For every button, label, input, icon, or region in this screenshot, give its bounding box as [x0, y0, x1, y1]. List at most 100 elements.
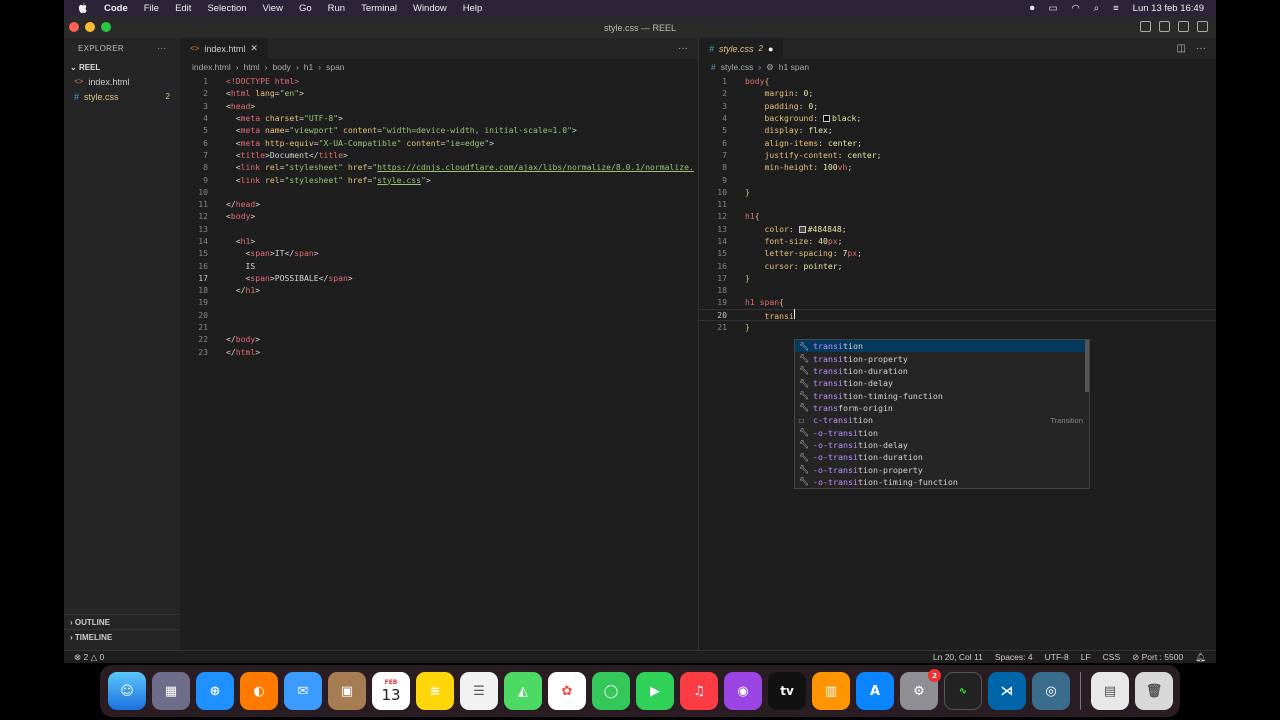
activity-monitor-icon[interactable]: ∿ [944, 672, 982, 710]
menu-edit[interactable]: Edit [175, 3, 191, 14]
firefox-icon[interactable]: ◐ [240, 672, 278, 710]
suggestion-item[interactable]: 🔧︎ transi tion [795, 340, 1089, 353]
tab-index-html[interactable]: <> index.html ✕ [180, 38, 268, 59]
search-icon[interactable]: ⌕ [1094, 3, 1099, 14]
control-center-icon[interactable]: ≡ [1113, 3, 1119, 14]
color-swatch[interactable] [822, 115, 830, 123]
customize-layout-icon[interactable] [1197, 21, 1208, 32]
code-line: 7 justify-content: center; [699, 149, 1216, 161]
menu-run[interactable]: Run [328, 3, 345, 14]
suggestion-item[interactable]: 🔧︎ transi tion-duration [795, 365, 1089, 377]
facetime-icon[interactable]: ▶ [636, 672, 674, 710]
suggestion-item[interactable]: 🔧︎ transi tion-delay [795, 377, 1089, 389]
suggestion-item[interactable]: 🔧︎ trans form-origin [795, 402, 1089, 414]
safari-icon[interactable]: ⊕ [196, 672, 234, 710]
suggestion-item[interactable]: 🔧︎ -o-transi tion-duration [795, 451, 1089, 463]
system-settings-icon[interactable]: ⚙ 2 [900, 669, 941, 710]
outline-label: OUTLINE [74, 617, 110, 627]
trash-icon[interactable]: 🗑︎ [1135, 672, 1173, 710]
breadcrumb-item[interactable]: index.html [192, 62, 231, 72]
preview-icon[interactable]: ◎ [1032, 672, 1070, 710]
file-item-style-css[interactable]: # style.css 2 [64, 89, 180, 104]
suggestion-item[interactable]: ☐ c-transi tion Transition [795, 414, 1089, 426]
breadcrumb-item[interactable]: style.css [721, 62, 754, 72]
suggestion-item[interactable]: 🔧︎ -o-transi tion-property [795, 463, 1089, 475]
menubar-datetime[interactable]: Lun 13 feb 16:49 [1133, 3, 1204, 14]
launchpad-icon[interactable]: ▦ [152, 672, 190, 710]
battery-icon[interactable]: ▭ [1049, 3, 1058, 14]
breadcrumb-item[interactable]: span [326, 62, 344, 72]
more-actions-icon[interactable]: ··· [157, 44, 166, 58]
calendar-icon[interactable]: FEB 13 [372, 672, 410, 710]
timeline-section[interactable]: › TIMELINE [64, 629, 180, 644]
books-icon[interactable]: ▥ [812, 672, 850, 710]
close-window-button[interactable] [69, 22, 79, 32]
menu-help[interactable]: Help [463, 3, 483, 14]
title-bar: style.css — REEL [64, 17, 1216, 38]
finder-icon[interactable]: ☺ [108, 672, 146, 710]
suggestion-item[interactable]: 🔧︎ -o-transi tion-timing-function [795, 476, 1089, 488]
suggestion-item[interactable]: 🔧︎ transi tion-timing-function [795, 389, 1089, 401]
maps-icon[interactable]: ◭ [504, 672, 542, 710]
document-icon[interactable]: ▤ [1091, 672, 1129, 710]
notifications-bell-icon[interactable]: 🔔︎ [1195, 652, 1206, 663]
breadcrumb-item[interactable]: body [273, 62, 291, 72]
encoding[interactable]: UTF-8 [1045, 652, 1069, 663]
html-code-area[interactable]: 1 <!DOCTYPE html> 2 <html lang="en"> 3 <hea… [180, 75, 698, 358]
color-swatch[interactable] [798, 225, 806, 233]
line-number: 1 [203, 76, 208, 87]
appstore-icon[interactable]: A [856, 672, 894, 710]
wifi-icon[interactable]: ◠ [1072, 3, 1080, 14]
language-mode[interactable]: CSS [1103, 652, 1120, 663]
file-item-index-html[interactable]: <> index.html [64, 74, 180, 89]
record-icon[interactable]: ⏺ [1030, 3, 1035, 14]
reminders-icon[interactable]: ☰ [460, 672, 498, 710]
menu-view[interactable]: View [263, 3, 283, 14]
mail-icon[interactable]: ✉ [284, 672, 322, 710]
more-actions-icon[interactable]: ··· [678, 43, 688, 54]
problems-indicator[interactable]: ⊗ 2 △ 0 [64, 652, 104, 663]
photos-icon[interactable]: ✿ [548, 672, 586, 710]
folder-reel[interactable]: ⌄ REEL [64, 58, 180, 74]
toggle-sidebar-icon[interactable] [1140, 21, 1151, 32]
suggestion-item[interactable]: 🔧︎ transi tion-property [795, 352, 1089, 364]
minimize-window-button[interactable] [85, 22, 95, 32]
breadcrumb-item[interactable]: h1 [304, 62, 313, 72]
cursor-position[interactable]: Ln 20, Col 11 [933, 652, 983, 663]
menubar-app-name[interactable]: Code [104, 3, 128, 14]
end-of-line[interactable]: LF [1081, 652, 1091, 663]
line-number: 17 [717, 272, 727, 283]
menu-file[interactable]: File [144, 3, 159, 14]
code-link[interactable]: https://cdnjs.cloudflare.com/ajax/libs/n… [377, 162, 694, 172]
contacts-icon[interactable]: ▣ [328, 672, 366, 710]
line-number: 21 [717, 322, 727, 333]
menu-window[interactable]: Window [413, 3, 447, 14]
tab-style-css[interactable]: # style.css 2 ● [699, 38, 784, 59]
indentation[interactable]: Spaces: 4 [995, 652, 1033, 663]
toggle-panel-icon[interactable] [1159, 21, 1170, 32]
suggest-scrollbar[interactable] [1085, 340, 1089, 392]
breadcrumb-item[interactable]: h1 span [779, 62, 809, 72]
close-icon[interactable]: ✕ [250, 43, 258, 54]
menu-terminal[interactable]: Terminal [361, 3, 397, 14]
appletv-icon[interactable]: tv [768, 672, 806, 710]
music-icon[interactable]: ♫ [680, 672, 718, 710]
more-actions-icon[interactable]: ··· [1196, 43, 1206, 54]
live-server-port[interactable]: ⊘ Port : 5500 [1132, 652, 1183, 663]
vscode-icon[interactable]: ⋊ [988, 672, 1026, 710]
notes-icon[interactable]: ≡ [416, 672, 454, 710]
split-editor-icon[interactable]: ◫ [1177, 43, 1186, 54]
outline-section[interactable]: › OUTLINE [64, 614, 180, 629]
menu-go[interactable]: Go [299, 3, 312, 14]
messages-icon[interactable]: ◯ [592, 672, 630, 710]
toggle-secondary-sidebar-icon[interactable] [1178, 21, 1189, 32]
suggestion-item[interactable]: 🔧︎ -o-transi tion-delay [795, 439, 1089, 451]
podcasts-icon[interactable]: ◉ [724, 672, 762, 710]
menu-selection[interactable]: Selection [207, 3, 246, 14]
zoom-window-button[interactable] [101, 22, 111, 32]
suggestion-item[interactable]: 🔧︎ -o-transi tion [795, 426, 1089, 438]
css-code-area[interactable]: 1 body{ 2 margin: 0; 3 padding: 0; 4 back… [699, 75, 1216, 333]
breadcrumb-item[interactable]: html [244, 62, 260, 72]
unsaved-dot-icon[interactable]: ● [768, 44, 773, 54]
apple-icon[interactable] [78, 3, 88, 14]
